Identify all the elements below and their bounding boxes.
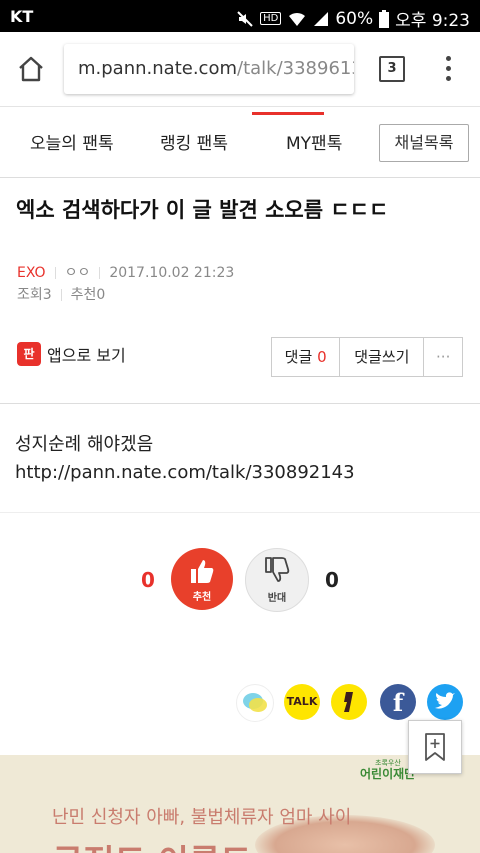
more-options-button[interactable]: ··· <box>424 338 462 376</box>
post-body-link[interactable]: http://pann.nate.com/talk/330892143 <box>15 462 355 483</box>
home-icon[interactable] <box>16 54 46 84</box>
url-path: /talk/3389613 <box>237 58 354 79</box>
status-icons: HD 60% 오후 9:23 <box>236 6 470 31</box>
mute-icon <box>237 10 253 27</box>
ad-logo: 어린이재단 <box>360 767 416 781</box>
tab-switcher-button[interactable]: 3 <box>379 56 405 82</box>
twitter-bird-icon <box>435 692 455 709</box>
downvote-label: 반대 <box>267 593 287 604</box>
like-count: 추천0 <box>70 287 106 303</box>
channel-link[interactable]: EXO <box>17 265 46 281</box>
post-stats: 조회3 추천0 <box>17 284 105 304</box>
bookmark-add-icon <box>425 733 445 761</box>
post-title: 엑소 검색하다가 이 글 발견 소오름 ㄷㄷㄷ <box>16 198 389 222</box>
author-name: ㅇㅇ <box>64 265 91 281</box>
channel-list-button[interactable]: 채널목록 <box>379 124 469 162</box>
comments-button[interactable]: 댓글 0 <box>272 338 341 376</box>
upvote-count: 0 <box>141 568 155 592</box>
upvote-label: 추천 <box>192 592 212 603</box>
pann-nav: 오늘의 팬톡 랭킹 팬톡 MY팬톡 채널목록 <box>0 107 480 178</box>
overflow-menu-icon[interactable] <box>440 52 456 88</box>
comment-actions: 댓글 0 댓글쓰기 ··· <box>271 337 463 377</box>
tab-my-fantalk[interactable]: MY팬톡 <box>286 129 342 154</box>
share-twitter-button[interactable] <box>427 684 463 720</box>
comments-label: 댓글 <box>284 348 313 366</box>
battery-icon <box>379 9 390 28</box>
post-body-text: 성지순례 해야겠음 <box>15 434 154 455</box>
ad-big-text: 국적도 이름도 <box>52 835 252 853</box>
signal-icon <box>314 11 329 26</box>
hd-icon: HD <box>260 12 282 25</box>
kakaostory-icon <box>344 692 353 712</box>
post-meta: EXO ㅇㅇ 2017.10.02 21:23 <box>17 262 234 282</box>
post-datetime: 2017.10.02 21:23 <box>109 265 235 281</box>
downvote-count: 0 <box>325 568 339 592</box>
open-in-app-link[interactable]: 판 앱으로 보기 <box>17 342 126 366</box>
url-domain: m.pann.nate.com <box>78 58 237 79</box>
wifi-icon <box>289 12 306 26</box>
pann-app-icon: 판 <box>17 342 41 366</box>
active-tab-indicator <box>252 112 324 115</box>
url-text: m.pann.nate.com/talk/3389613 <box>78 58 354 79</box>
bookmark-button[interactable] <box>408 720 462 774</box>
divider <box>0 512 480 513</box>
tab-ranking-fantalk[interactable]: 랭킹 팬톡 <box>160 129 228 154</box>
clock: 오후 9:23 <box>395 11 470 31</box>
carrier-label: KT <box>10 7 34 26</box>
open-in-app-label: 앱으로 보기 <box>47 346 126 365</box>
thumbs-down-icon <box>265 557 290 582</box>
chat-bubble-icon <box>243 693 267 712</box>
address-bar[interactable]: m.pann.nate.com/talk/3389613 <box>64 44 354 94</box>
tab-today-fantalk[interactable]: 오늘의 팬톡 <box>30 129 114 154</box>
divider <box>0 403 480 404</box>
view-count: 조회3 <box>17 287 52 303</box>
ad-headline: 난민 신청자 아빠, 불법체류자 엄마 사이 <box>52 807 352 828</box>
upvote-button[interactable]: 추천 <box>171 548 233 610</box>
share-chat-button[interactable] <box>236 684 274 722</box>
write-comment-button[interactable]: 댓글쓰기 <box>340 338 425 376</box>
share-kakaotalk-button[interactable]: TALK <box>284 684 320 720</box>
comments-count: 0 <box>317 348 327 366</box>
share-facebook-button[interactable]: f <box>380 684 416 720</box>
browser-toolbar: m.pann.nate.com/talk/3389613 3 <box>0 32 480 107</box>
thumbs-up-icon <box>191 560 214 583</box>
downvote-button[interactable]: 반대 <box>245 548 309 612</box>
battery-percent: 60% <box>335 8 374 29</box>
status-bar: KT HD 60% 오후 9:23 <box>0 0 480 32</box>
share-kakaostory-button[interactable] <box>331 684 367 720</box>
